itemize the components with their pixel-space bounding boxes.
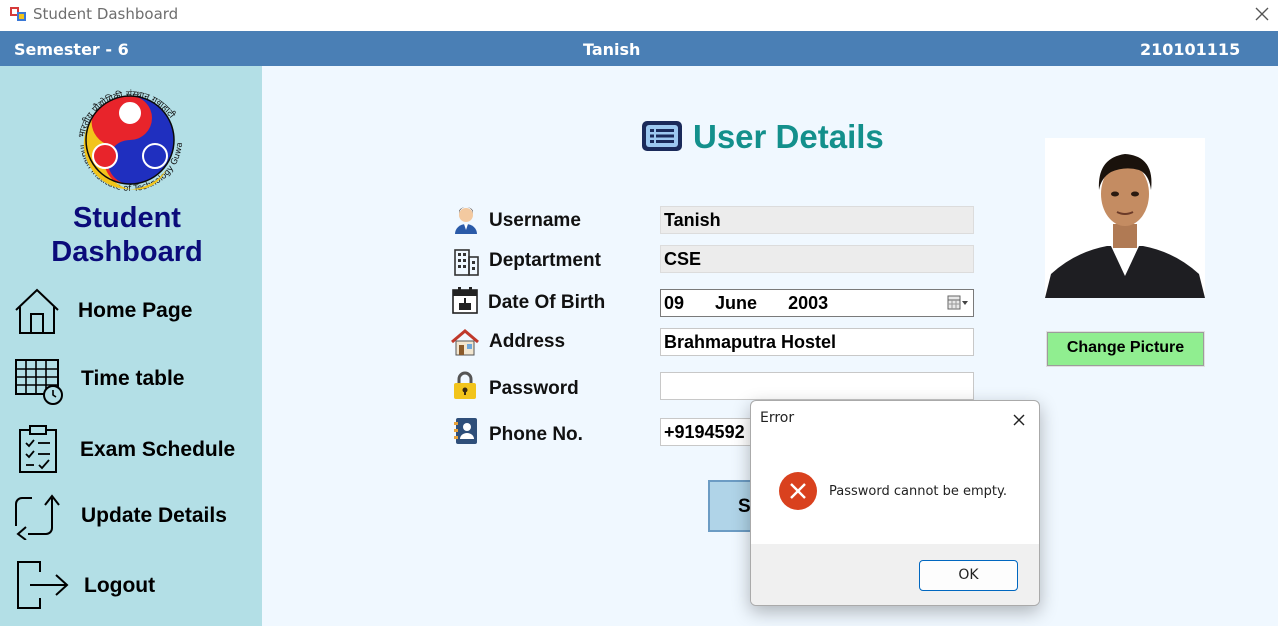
swap-arrows-icon xyxy=(15,494,60,540)
phonebook-icon xyxy=(454,418,477,444)
department-label: Deptartment xyxy=(489,250,601,271)
dob-year: 2003 xyxy=(788,293,829,313)
calendar-cake-icon xyxy=(452,287,478,314)
calendar-dropdown-icon[interactable] xyxy=(947,294,969,312)
sidebar-item-label: Update Details xyxy=(81,504,227,527)
app-icon xyxy=(10,7,26,21)
dialog-body: Password cannot be empty. xyxy=(751,438,1039,544)
dialog-footer: OK xyxy=(751,544,1039,605)
phone-label: Phone No. xyxy=(489,424,583,445)
ok-button[interactable]: OK xyxy=(919,560,1018,591)
sidebar-item-exam-schedule[interactable]: Exam Schedule xyxy=(12,424,257,480)
error-icon xyxy=(779,472,817,510)
house-icon xyxy=(451,329,479,356)
dob-day: 09 xyxy=(664,293,685,313)
password-label: Password xyxy=(489,378,579,399)
iitg-logo: भारतीय प्रौद्योगिकी संस्थान गुवाहाटी Ind… xyxy=(66,74,185,194)
sidebar-item-label: Exam Schedule xyxy=(80,438,236,461)
sidebar-item-label: Logout xyxy=(84,574,156,597)
change-picture-button[interactable]: Change Picture xyxy=(1046,331,1205,367)
sidebar-item-home[interactable]: Home Page xyxy=(12,286,257,342)
dialog-close-icon[interactable] xyxy=(1007,408,1031,432)
window-close-icon[interactable] xyxy=(1250,2,1274,26)
sidebar-title: Student Dashboard xyxy=(51,202,203,268)
department-field[interactable]: CSE xyxy=(660,245,974,273)
sidebar-item-timetable[interactable]: Time table xyxy=(12,356,257,412)
sidebar-item-logout[interactable]: Logout xyxy=(12,558,257,614)
timetable-icon xyxy=(15,359,63,405)
username-field[interactable]: Tanish xyxy=(660,206,974,234)
student-name-label: Tanish xyxy=(583,40,641,59)
sidebar-item-update-details[interactable]: Update Details xyxy=(12,490,257,546)
dialog-title: Error xyxy=(760,410,795,426)
error-dialog: Error Password cannot be empty. OK xyxy=(750,400,1040,606)
window-title: Student Dashboard xyxy=(33,5,179,23)
password-field[interactable] xyxy=(660,372,974,400)
semester-label: Semester - 6 xyxy=(14,40,129,59)
lock-icon xyxy=(454,371,476,399)
profile-photo xyxy=(1045,138,1205,298)
dialog-message: Password cannot be empty. xyxy=(829,484,1007,499)
home-icon xyxy=(15,288,59,334)
sidebar: भारतीय प्रौद्योगिकी संस्थान गुवाहाटी Ind… xyxy=(0,66,262,626)
window-titlebar: Student Dashboard xyxy=(0,0,1278,31)
dob-datepicker[interactable]: 09 June 2003 xyxy=(660,289,974,317)
address-field[interactable]: Brahmaputra Hostel xyxy=(660,328,974,356)
info-bar: Semester - 6 Tanish 210101115 xyxy=(0,31,1278,66)
details-list-icon xyxy=(642,121,682,151)
building-icon xyxy=(454,249,479,276)
roll-number-label: 210101115 xyxy=(1140,40,1241,59)
username-label: Username xyxy=(489,210,581,231)
sidebar-item-label: Time table xyxy=(81,367,185,390)
clipboard-check-icon xyxy=(19,425,57,473)
address-label: Address xyxy=(489,331,566,352)
sidebar-item-label: Home Page xyxy=(78,299,193,322)
page-title: User Details xyxy=(693,118,884,155)
user-icon xyxy=(455,207,477,234)
dob-month: June xyxy=(715,293,758,313)
logout-icon xyxy=(17,561,69,609)
dob-label: Date Of Birth xyxy=(488,292,606,313)
